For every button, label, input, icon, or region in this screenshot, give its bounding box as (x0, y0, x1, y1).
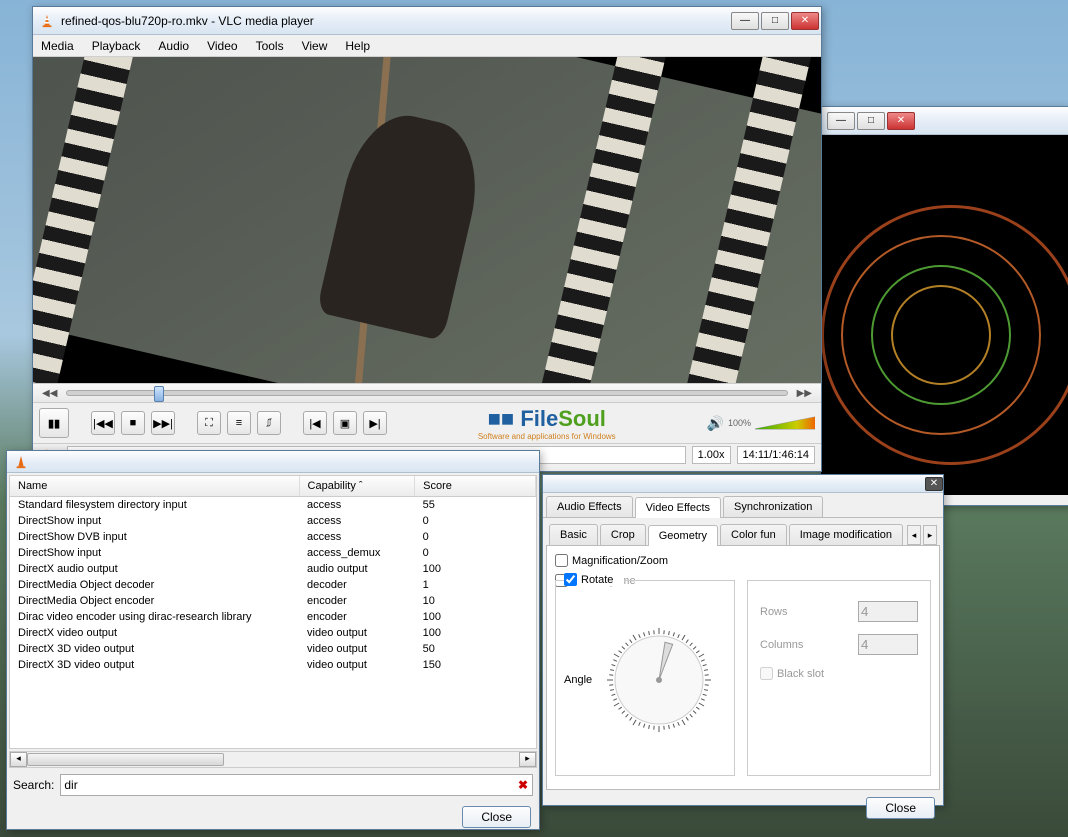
search-label: Search: (13, 778, 54, 792)
tab-geometry[interactable]: Geometry (648, 525, 718, 546)
clear-search-icon[interactable]: ✖ (518, 778, 528, 792)
angle-dial[interactable] (599, 620, 719, 740)
minimize-button[interactable]: — (731, 12, 759, 30)
filesoul-logo: ■■ FileSoul Software and applications fo… (393, 406, 701, 441)
tab-basic[interactable]: Basic (549, 524, 598, 545)
equalizer-button[interactable]: ⎎ (257, 411, 281, 435)
pause-button[interactable]: ▮▮ (39, 408, 69, 438)
table-row[interactable]: Standard filesystem directory inputacces… (10, 497, 536, 514)
scroll-thumb[interactable] (27, 753, 224, 766)
table-row[interactable]: DirectShow DVB inputaccess0 (10, 529, 536, 545)
vlc-cone-icon (39, 13, 55, 29)
vlc-main-window: refined-qos-blu720p-ro.mkv - VLC media p… (32, 6, 822, 472)
scroll-left-button[interactable]: ◂ (10, 752, 27, 767)
status-speed[interactable]: 1.00x (692, 446, 731, 464)
seek-back-icon[interactable]: ◀◀ (39, 388, 60, 399)
maximize-button[interactable]: □ (761, 12, 789, 30)
speaker-icon[interactable]: 🔊 (707, 415, 724, 432)
horiz-scrollbar[interactable]: ◂ ▸ (9, 751, 537, 768)
seek-thumb[interactable] (154, 386, 164, 402)
seek-track[interactable] (66, 390, 787, 396)
col-name[interactable]: Name (10, 476, 299, 497)
visualization-canvas (821, 135, 1068, 495)
viz-close-button[interactable]: ✕ (887, 112, 915, 130)
rotate-group: Rotate Angle (555, 580, 735, 776)
record-button[interactable]: ▣ (333, 411, 357, 435)
tab-image-modification[interactable]: Image modification (789, 524, 903, 545)
menu-help[interactable]: Help (345, 39, 370, 53)
rows-label: Rows (760, 606, 788, 618)
geometry-panel: Magnification/Zoom Rotate Angle Puzzle g… (546, 546, 940, 790)
scroll-right-button[interactable]: ▸ (519, 752, 536, 767)
menu-media[interactable]: Media (41, 39, 74, 53)
next-button[interactable]: ▶▶| (151, 411, 175, 435)
effects-sub-tabs: Basic Crop Geometry Color fun Image modi… (546, 521, 940, 546)
effects-main-tabs: Audio Effects Video Effects Synchronizat… (543, 493, 943, 518)
tab-audio-effects[interactable]: Audio Effects (546, 496, 633, 517)
search-input[interactable]: dir ✖ (60, 774, 533, 796)
status-time[interactable]: 14:11/1:46:14 (737, 446, 815, 464)
table-row[interactable]: DirectX audio outputaudio output100 (10, 561, 536, 577)
viz-minimize-button[interactable]: — (827, 112, 855, 130)
table-row[interactable]: DirectX video outputvideo output100 (10, 625, 536, 641)
menu-tools[interactable]: Tools (256, 39, 284, 53)
cols-label: Columns (760, 639, 803, 651)
viz-titlebar[interactable]: — □ ✕ (821, 107, 1068, 135)
table-row[interactable]: Dirac video encoder using dirac-research… (10, 609, 536, 625)
tab-color-fun[interactable]: Color fun (720, 524, 787, 545)
table-row[interactable]: DirectMedia Object decoderdecoder1 (10, 577, 536, 593)
effects-titlebar[interactable]: ✕ (543, 475, 943, 493)
tab-synchronization[interactable]: Synchronization (723, 496, 823, 517)
cols-spinner[interactable] (858, 634, 918, 655)
volume-percent: 100% (728, 418, 751, 428)
magzoom-checkbox[interactable]: Magnification/Zoom (555, 554, 735, 567)
table-row[interactable]: DirectShow inputaccess0 (10, 513, 536, 529)
vlc-cone-icon (13, 454, 29, 470)
plugins-dialog: Name Capability ˆ Score Standard filesys… (6, 450, 540, 830)
close-button[interactable]: ✕ (791, 12, 819, 30)
tab-crop[interactable]: Crop (600, 524, 646, 545)
menu-playback[interactable]: Playback (92, 39, 141, 53)
seekbar[interactable]: ◀◀ ▶▶ (33, 383, 821, 403)
tabs-scroll-left[interactable]: ◂ (907, 525, 921, 545)
menu-audio[interactable]: Audio (158, 39, 189, 53)
table-row[interactable]: DirectX 3D video outputvideo output50 (10, 641, 536, 657)
titlebar[interactable]: refined-qos-blu720p-ro.mkv - VLC media p… (33, 7, 821, 35)
tabs-scroll-right[interactable]: ▸ (923, 525, 937, 545)
sort-indicator-icon: ˆ (359, 480, 363, 492)
frame-fwd-button[interactable]: ▶| (363, 411, 387, 435)
plugin-table[interactable]: Name Capability ˆ Score Standard filesys… (9, 475, 537, 749)
col-capability[interactable]: Capability ˆ (299, 476, 415, 497)
plugins-close-button[interactable]: Close (462, 806, 531, 828)
playlist-button[interactable]: ≡ (227, 411, 251, 435)
volume-slider[interactable] (755, 415, 815, 431)
stop-button[interactable]: ■ (121, 411, 145, 435)
table-row[interactable]: DirectX 3D video outputvideo output150 (10, 657, 536, 673)
video-area[interactable] (33, 57, 821, 383)
table-row[interactable]: DirectMedia Object encoderencoder10 (10, 593, 536, 609)
visualization-window: — □ ✕ (820, 106, 1068, 506)
puzzle-group: Rows Columns Black slot (747, 580, 931, 776)
menu-video[interactable]: Video (207, 39, 237, 53)
menubar: Media Playback Audio Video Tools View He… (33, 35, 821, 57)
fullscreen-button[interactable]: ⛶ (197, 411, 221, 435)
tab-video-effects[interactable]: Video Effects (635, 497, 721, 518)
col-score[interactable]: Score (415, 476, 536, 497)
table-row[interactable]: DirectShow inputaccess_demux0 (10, 545, 536, 561)
rows-spinner[interactable] (858, 601, 918, 622)
effects-close-x[interactable]: ✕ (925, 477, 943, 491)
effects-close-button[interactable]: Close (866, 797, 935, 819)
viz-maximize-button[interactable]: □ (857, 112, 885, 130)
angle-label: Angle (564, 674, 592, 686)
rotate-checkbox[interactable]: Rotate (564, 573, 624, 586)
blackslot-checkbox[interactable]: Black slot (760, 667, 824, 680)
prev-button[interactable]: |◀◀ (91, 411, 115, 435)
menu-view[interactable]: View (302, 39, 328, 53)
window-title: refined-qos-blu720p-ro.mkv - VLC media p… (61, 14, 731, 28)
seek-fwd-icon[interactable]: ▶▶ (794, 388, 815, 399)
frame-back-button[interactable]: |◀ (303, 411, 327, 435)
plugins-titlebar[interactable] (7, 451, 539, 473)
controls-row: ▮▮ |◀◀ ■ ▶▶| ⛶ ≡ ⎎ |◀ ▣ ▶| ■■ FileSoul S… (33, 403, 821, 443)
effects-dialog: ✕ Audio Effects Video Effects Synchroniz… (542, 474, 944, 806)
